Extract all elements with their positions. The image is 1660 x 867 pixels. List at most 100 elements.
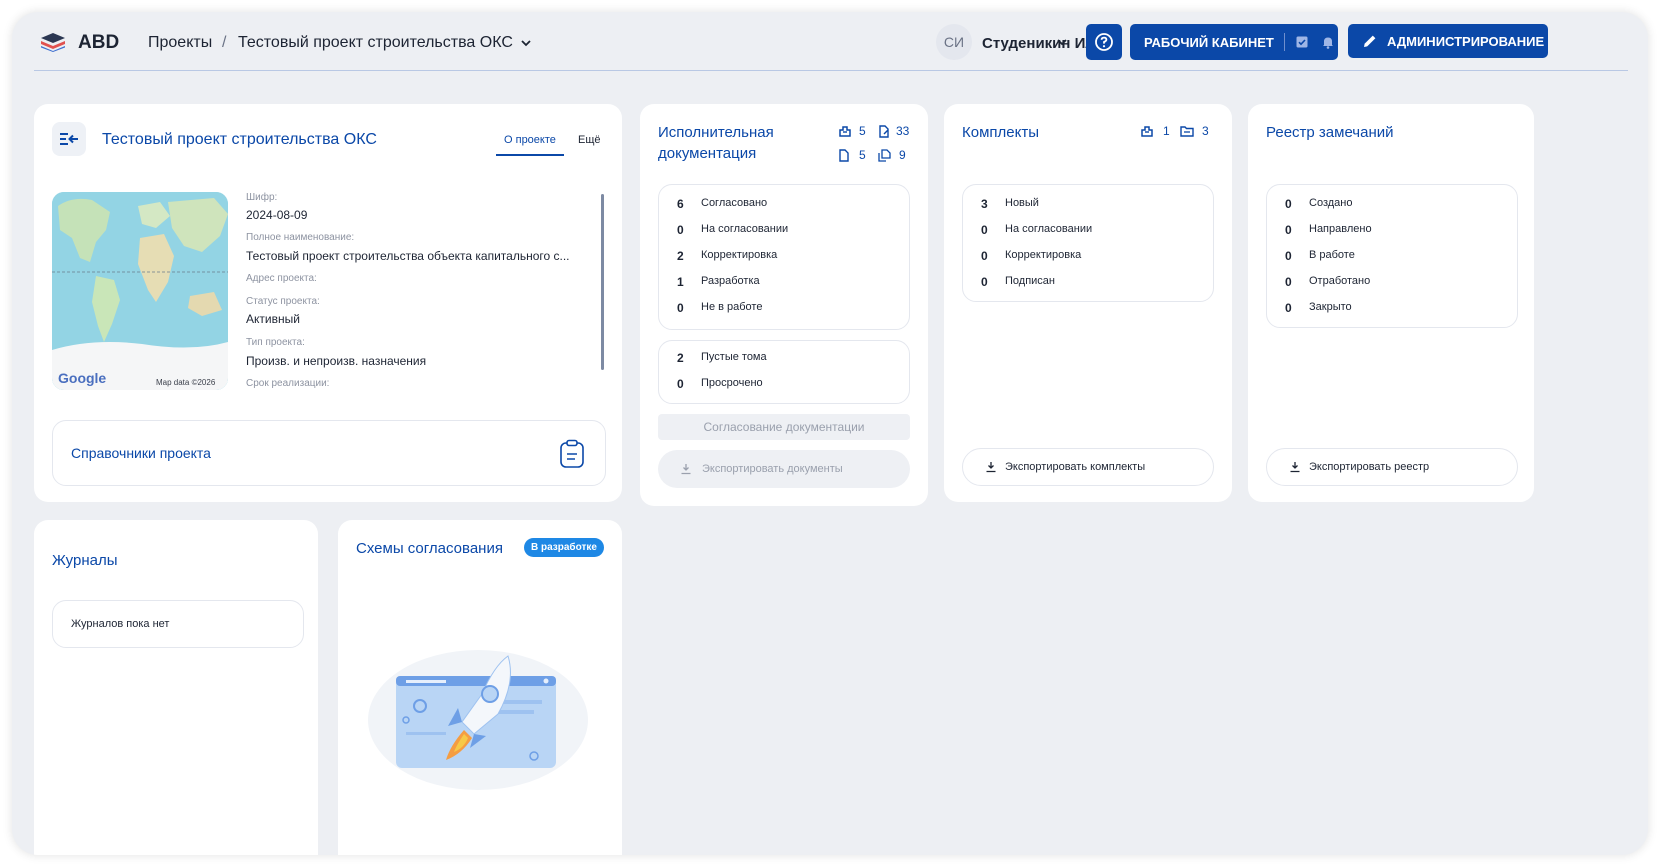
logo-text[interactable]: ABD (78, 32, 119, 54)
export-registry-label: Экспортировать реестр (1309, 461, 1430, 473)
status-count: 0 (981, 223, 988, 237)
status-label: На согласовании (701, 223, 789, 235)
status-label: Согласовано (701, 197, 768, 209)
status-label: Направлено (1309, 223, 1372, 235)
status-label: В работе (1309, 249, 1355, 261)
kits-status-row-new[interactable]: 3 Новый (963, 197, 1213, 217)
status-row-overdue[interactable]: 0 Просрочено (659, 377, 909, 397)
status-count: 0 (677, 377, 684, 391)
exec-docs-counter-b[interactable]: 33 (878, 124, 909, 138)
user-avatar[interactable]: СИ (936, 24, 972, 60)
help-button[interactable] (1086, 24, 1122, 60)
remarks-status-row-created[interactable]: 0 Создано (1267, 197, 1517, 217)
administration-button[interactable]: АДМИНИСТРИРОВАНИЕ (1348, 24, 1548, 58)
project-references-label: Справочники проекта (71, 445, 211, 461)
remarks-title[interactable]: Реестр замечаний (1266, 124, 1394, 141)
status-row-not-in-work[interactable]: 0 Не в работе (659, 301, 909, 321)
approval-schemes-card: Схемы согласования В разработке (338, 520, 622, 855)
status-count: 0 (1285, 197, 1292, 211)
status-count: 0 (981, 249, 988, 263)
kits-status-row-in-approval[interactable]: 0 На согласовании (963, 223, 1213, 243)
exec-docs-counter-d[interactable]: 9 (878, 148, 906, 162)
tab-about-project[interactable]: О проекте (504, 134, 556, 146)
top-header: ABD Проекты / Тестовый проект строительс… (34, 12, 1628, 71)
map-attribution: Map data ©2026 (156, 378, 216, 387)
tab-more[interactable]: Ещё (578, 134, 601, 146)
status-label: Новый (1005, 197, 1039, 209)
field-label-term: Срок реализации: (246, 378, 330, 389)
download-icon (986, 462, 996, 473)
status-count: 1 (677, 275, 684, 289)
remarks-status-row-sent[interactable]: 0 Направлено (1267, 223, 1517, 243)
remarks-registry-card: Реестр замечаний 0 Создано 0 Направлено 0 В… (1248, 104, 1534, 502)
status-count: 0 (677, 223, 684, 237)
remarks-status-row-processed[interactable]: 0 Отработано (1267, 275, 1517, 295)
status-label: Подписан (1005, 275, 1055, 287)
project-fields: Шифр: 2024-08-09 Полное наименование: Те… (246, 192, 596, 392)
building-icon (1141, 126, 1153, 137)
abd-logo-icon[interactable] (40, 32, 66, 52)
export-kits-button[interactable]: Экспортировать комплекты (962, 448, 1214, 486)
status-count: 0 (1285, 301, 1292, 315)
project-references-panel[interactable]: Справочники проекта (52, 420, 606, 486)
kits-counter-a[interactable]: 1 (1140, 124, 1170, 138)
building-icon (839, 126, 851, 137)
export-registry-button[interactable]: Экспортировать реестр (1266, 448, 1518, 486)
status-row-in-approval[interactable]: 0 На согласовании (659, 223, 909, 243)
status-label: Создано (1309, 197, 1353, 209)
map-google-logo: Google (58, 370, 107, 386)
kits-status-row-signed[interactable]: 0 Подписан (963, 275, 1213, 295)
export-documents-button[interactable]: Экспортировать документы (658, 450, 910, 488)
download-icon (1290, 462, 1300, 473)
status-row-development[interactable]: 1 Разработка (659, 275, 909, 295)
exec-docs-counter-c-value: 5 (859, 148, 866, 162)
project-map[interactable]: Google Map data ©2026 (52, 192, 228, 390)
remarks-status-row-closed[interactable]: 0 Закрыто (1267, 301, 1517, 321)
schemes-title[interactable]: Схемы согласования (356, 540, 503, 557)
kits-status-list: 3 Новый 0 На согласовании 0 Корректировка 0… (962, 184, 1214, 302)
bell-icon[interactable] (1321, 35, 1335, 49)
world-map-icon (52, 192, 228, 390)
journals-empty-text: Журналов пока нет (71, 618, 170, 630)
field-label-type: Тип проекта: (246, 337, 305, 348)
status-row-approved[interactable]: 6 Согласовано (659, 197, 909, 217)
exec-docs-counter-c[interactable]: 5 (838, 148, 866, 162)
document-icon (839, 148, 849, 162)
kits-counter-a-value: 1 (1163, 124, 1170, 138)
exec-docs-counter-a-value: 5 (859, 124, 866, 138)
question-icon (1095, 33, 1113, 51)
chevron-down-icon[interactable] (520, 38, 532, 48)
collapse-sidebar-button[interactable] (52, 122, 86, 156)
field-label-full-name: Полное наименование: (246, 232, 355, 243)
kits-counter-b[interactable]: 3 (1180, 124, 1209, 138)
workspace-label: РАБОЧИЙ КАБИНЕТ (1144, 34, 1274, 50)
workspace-button[interactable]: РАБОЧИЙ КАБИНЕТ (1130, 24, 1338, 60)
exec-docs-counter-d-value: 9 (899, 148, 906, 162)
download-icon (681, 464, 691, 475)
breadcrumb-current-project[interactable]: Тестовый проект строительства ОКС (238, 34, 513, 52)
approve-documentation-button[interactable]: Согласование документации (658, 414, 910, 440)
status-count: 0 (1285, 275, 1292, 289)
kits-status-row-correction[interactable]: 0 Корректировка (963, 249, 1213, 269)
status-row-correction[interactable]: 2 Корректировка (659, 249, 909, 269)
field-value-type: Произв. и непроизв. назначения (246, 354, 427, 368)
export-kits-label: Экспортировать комплекты (1005, 461, 1146, 473)
status-label: Отработано (1309, 275, 1371, 287)
status-count: 0 (1285, 223, 1292, 237)
breadcrumb-projects[interactable]: Проекты (148, 34, 212, 52)
fields-scrollbar[interactable] (601, 194, 604, 370)
kits-counter-b-value: 3 (1202, 124, 1209, 138)
journals-title[interactable]: Журналы (52, 552, 118, 569)
kits-title[interactable]: Комплекты (962, 124, 1039, 141)
user-menu-chevron-icon[interactable] (1056, 37, 1068, 47)
status-row-empty-volumes[interactable]: 2 Пустые тома (659, 351, 909, 371)
status-label: Закрыто (1309, 301, 1352, 313)
exec-docs-counter-a[interactable]: 5 (838, 124, 866, 138)
clipboard-check-icon[interactable] (1295, 35, 1309, 49)
exec-docs-title-line1[interactable]: Исполнительная (658, 124, 774, 141)
remarks-status-row-in-work[interactable]: 0 В работе (1267, 249, 1517, 269)
workspace-divider (1283, 33, 1285, 51)
exec-docs-title-line2[interactable]: документация (658, 145, 756, 162)
status-count: 2 (677, 351, 684, 365)
field-value-status: Активный (246, 312, 300, 326)
